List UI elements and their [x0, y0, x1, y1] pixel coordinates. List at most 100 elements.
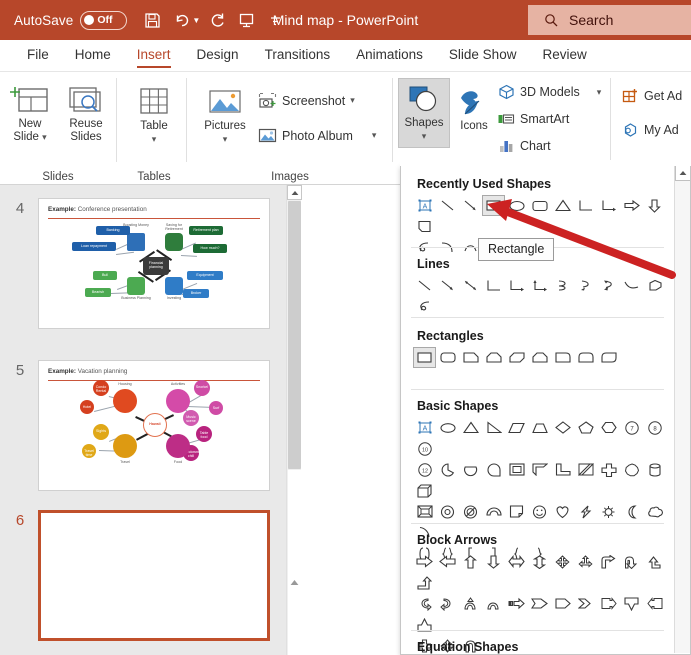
shape-round-diagonal-corner[interactable] [597, 347, 620, 368]
undo-icon[interactable] [168, 6, 195, 34]
icons-button[interactable]: Icons [453, 82, 495, 133]
shape-curved-down-arrow[interactable] [482, 593, 505, 614]
shape-bent-arrow[interactable] [597, 551, 620, 572]
shape-up-arrow-callout[interactable] [413, 614, 436, 635]
shape-chord[interactable] [459, 459, 482, 480]
shape-chevron[interactable] [574, 593, 597, 614]
tab-review[interactable]: Review [529, 44, 599, 67]
shape-round-same-side-corner[interactable] [574, 347, 597, 368]
shape-bent-up-arrow[interactable] [413, 572, 436, 593]
shape-curve[interactable] [620, 275, 643, 296]
shape-left-right-up-arrow[interactable] [574, 551, 597, 572]
shape-curved-double-arrow[interactable] [597, 275, 620, 296]
tab-design[interactable]: Design [184, 44, 252, 67]
tab-animations[interactable]: Animations [343, 44, 436, 67]
slide-thumbnail-pane[interactable]: 4 Example: Conference presentation Finan… [0, 185, 286, 655]
shape-elbow-arrow-connector[interactable] [597, 195, 620, 216]
shape-decagon[interactable]: 10 [413, 438, 436, 459]
shape-oval[interactable] [436, 417, 459, 438]
autosave-toggle[interactable]: Off [80, 10, 128, 30]
shape-left-arrow-callout[interactable] [643, 593, 666, 614]
shape-bevel[interactable] [413, 501, 436, 522]
my-addins-button[interactable]: My Ad [622, 122, 679, 138]
shape-diagonal-stripe[interactable] [574, 459, 597, 480]
shape-teardrop[interactable] [482, 459, 505, 480]
shape-elbow-arrow[interactable] [505, 275, 528, 296]
shape-line-double-arrow[interactable] [459, 275, 482, 296]
shape-round-single-corner[interactable] [551, 347, 574, 368]
shape-snip-and-round-corner[interactable] [528, 347, 551, 368]
shape-cross[interactable] [597, 459, 620, 480]
shape-diamond[interactable] [551, 417, 574, 438]
chevron-down-icon[interactable]: ▾ [350, 95, 355, 106]
shape-line[interactable] [413, 275, 436, 296]
screenshot-button[interactable]: Screenshot ▾ [258, 92, 355, 109]
shape-moon[interactable] [620, 501, 643, 522]
scroll-down-arrow-icon[interactable] [290, 573, 299, 585]
present-icon[interactable] [233, 6, 260, 34]
shape-u-turn-arrow[interactable] [620, 551, 643, 572]
table-button[interactable]: Table ▾ [126, 82, 182, 146]
shape-frame[interactable] [505, 459, 528, 480]
thumbnail-pane-scrollbar[interactable] [286, 185, 302, 655]
shape-cube[interactable] [413, 480, 436, 501]
shape-rounded-rectangle[interactable] [436, 347, 459, 368]
shape-half-frame[interactable] [528, 459, 551, 480]
shape-snip-single-corner[interactable] [459, 347, 482, 368]
shape-oval[interactable] [505, 195, 528, 216]
tab-insert[interactable]: Insert [124, 44, 184, 68]
shape-elbow-double-arrow[interactable] [528, 275, 551, 296]
customize-qat-icon[interactable] [262, 6, 289, 34]
shape-right-triangle[interactable] [482, 417, 505, 438]
shape-pentagon-arrow[interactable] [551, 593, 574, 614]
shape-freeform[interactable] [643, 275, 666, 296]
redo-icon[interactable] [204, 6, 231, 34]
chevron-down-icon[interactable]: ▾ [597, 87, 602, 98]
scroll-up-arrow-icon[interactable] [287, 185, 302, 200]
3d-models-button[interactable]: 3D Models ▾ [498, 84, 601, 100]
shape-line[interactable] [436, 195, 459, 216]
new-slide-button[interactable]: New Slide ▾ [2, 80, 58, 144]
shape-sun[interactable] [597, 501, 620, 522]
thumbnail-row-5[interactable]: 5 Example: Vacation planning Condo Renta… [0, 360, 286, 493]
shape-snip-same-side-corner[interactable] [482, 347, 505, 368]
shape-regular-pentagon-star[interactable] [620, 459, 643, 480]
save-icon[interactable] [139, 6, 166, 34]
shape-down-arrow[interactable] [482, 551, 505, 572]
tab-file[interactable]: File [14, 44, 62, 67]
shape-striped-right-arrow[interactable] [505, 593, 528, 614]
shape-lightning-bolt[interactable] [574, 501, 597, 522]
chevron-down-icon[interactable]: ▾ [42, 132, 47, 142]
scrollbar-track[interactable] [288, 470, 301, 655]
slide-thumbnail-4[interactable]: Example: Conference presentation Financi… [38, 198, 270, 329]
shape-elbow-connector[interactable] [574, 195, 597, 216]
shape-curved-arrow-connector[interactable] [574, 275, 597, 296]
shape-folded-corner[interactable] [413, 216, 436, 237]
tab-home[interactable]: Home [62, 44, 124, 67]
shape-cylinder[interactable] [643, 459, 666, 480]
chevron-down-icon[interactable]: ▾ [372, 130, 377, 141]
shape-rectangle[interactable] [482, 195, 505, 216]
gallery-scrollbar[interactable] [674, 165, 690, 653]
shape-quad-arrow[interactable] [551, 551, 574, 572]
shape-heptagon[interactable]: 7 [620, 417, 643, 438]
search-input[interactable]: Search [528, 5, 691, 35]
shape-up-down-arrow[interactable] [528, 551, 551, 572]
shape-rectangle[interactable] [413, 347, 436, 368]
tab-slide-show[interactable]: Slide Show [436, 44, 530, 67]
chart-button[interactable]: Chart [498, 138, 551, 154]
shape-curved-up-arrow[interactable] [459, 593, 482, 614]
undo-dropdown-caret[interactable]: ▼ [192, 16, 200, 25]
chevron-down-icon[interactable]: ▾ [422, 130, 427, 143]
shape-textbox[interactable]: A [413, 195, 436, 216]
shape-right-arrow-callout[interactable] [597, 593, 620, 614]
shape-elbow-connector[interactable] [482, 275, 505, 296]
shapes-button[interactable]: Shapes ▾ [398, 78, 450, 148]
shape-trapezoid[interactable] [528, 417, 551, 438]
shape-folded-corner[interactable] [505, 501, 528, 522]
shape-curved-right-arrow[interactable] [413, 593, 436, 614]
slide-thumbnail-6[interactable] [38, 510, 270, 641]
scroll-up-arrow-icon[interactable] [675, 165, 690, 181]
shape-no-symbol[interactable] [459, 501, 482, 522]
shape-pie[interactable] [436, 459, 459, 480]
